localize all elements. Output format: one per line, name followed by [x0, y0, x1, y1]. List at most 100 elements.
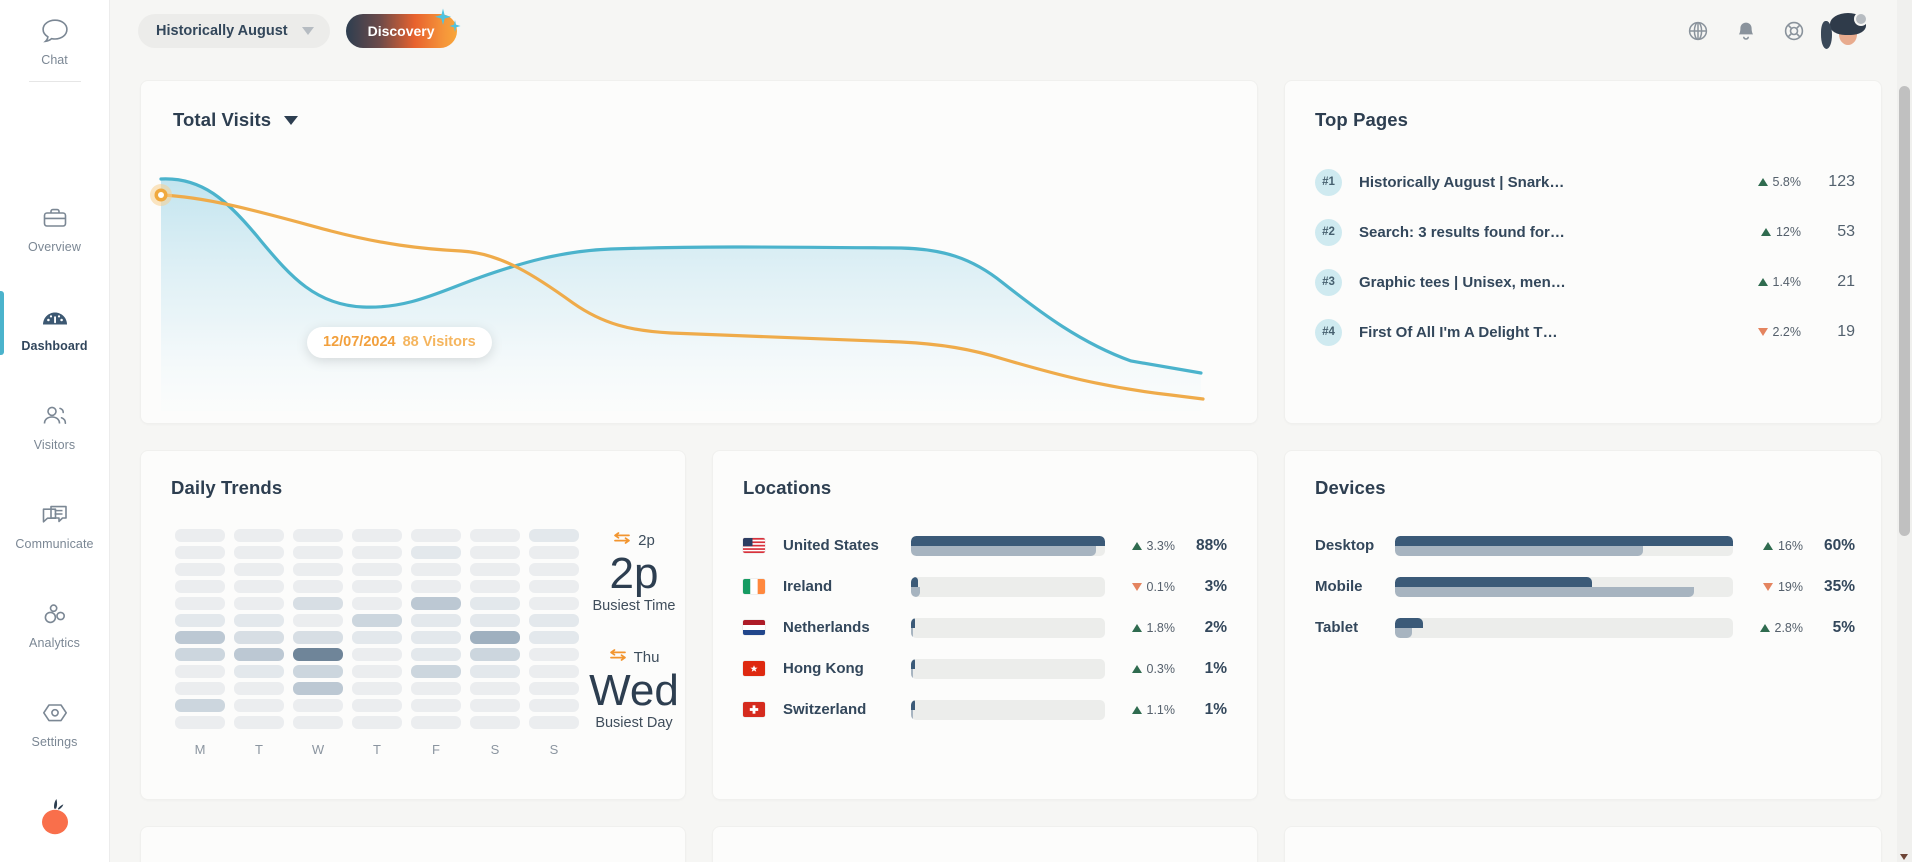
heatmap-cell[interactable] — [234, 614, 284, 627]
heatmap-cell[interactable] — [529, 529, 579, 542]
heatmap-cell[interactable] — [411, 580, 461, 593]
heatmap-cell[interactable] — [529, 580, 579, 593]
heatmap-cell[interactable] — [234, 529, 284, 542]
heatmap-cell[interactable] — [470, 648, 520, 661]
heatmap-cell[interactable] — [529, 682, 579, 695]
heatmap-cell[interactable] — [352, 631, 402, 644]
heatmap-cell[interactable] — [470, 716, 520, 729]
table-row[interactable]: Mobile 19% 35% — [1315, 566, 1855, 607]
scroll-down-arrow-icon[interactable] — [1900, 854, 1908, 860]
heatmap-cell[interactable] — [234, 546, 284, 559]
table-row[interactable]: Switzerland 1.1% 1% — [743, 689, 1227, 730]
heatmap-cell[interactable] — [470, 665, 520, 678]
heatmap-cell[interactable] — [411, 682, 461, 695]
heatmap-cell[interactable] — [352, 648, 402, 661]
heatmap-cell[interactable] — [175, 614, 225, 627]
heatmap-cell[interactable] — [234, 563, 284, 576]
life-ring-icon[interactable] — [1783, 20, 1805, 42]
globe-icon[interactable] — [1687, 20, 1709, 42]
page-link[interactable]: Search: 3 results found for… — [1359, 224, 1733, 241]
heatmap-cell[interactable] — [470, 699, 520, 712]
heatmap-cell[interactable] — [293, 716, 343, 729]
heatmap-cell[interactable] — [411, 665, 461, 678]
page-scrollbar[interactable] — [1897, 0, 1912, 862]
heatmap-cell[interactable] — [411, 716, 461, 729]
bell-icon[interactable] — [1735, 20, 1757, 43]
table-row[interactable]: #3 Graphic tees | Unisex, men… 1.4% 21 — [1315, 257, 1855, 307]
heatmap-cell[interactable] — [234, 597, 284, 610]
heatmap-cell[interactable] — [293, 580, 343, 593]
avatar[interactable] — [1821, 11, 1868, 49]
total-visits-selector[interactable]: Total Visits — [141, 81, 299, 131]
heatmap-cell[interactable] — [411, 563, 461, 576]
heatmap-cell[interactable] — [529, 716, 579, 729]
heatmap-cell[interactable] — [411, 597, 461, 610]
heatmap-cell[interactable] — [352, 546, 402, 559]
heatmap-cell[interactable] — [175, 682, 225, 695]
heatmap-cell[interactable] — [352, 597, 402, 610]
table-row[interactable]: Netherlands 1.8% 2% — [743, 607, 1227, 648]
heatmap-cell[interactable] — [293, 529, 343, 542]
sidebar-item-visitors[interactable]: Visitors — [0, 388, 109, 465]
heatmap-cell[interactable] — [411, 648, 461, 661]
heatmap-cell[interactable] — [411, 631, 461, 644]
heatmap-cell[interactable] — [352, 716, 402, 729]
table-row[interactable]: Hong Kong 0.3% 1% — [743, 648, 1227, 689]
heatmap-cell[interactable] — [175, 716, 225, 729]
heatmap-cell[interactable] — [411, 529, 461, 542]
page-link[interactable]: Graphic tees | Unisex, men… — [1359, 274, 1733, 291]
heatmap-cell[interactable] — [234, 631, 284, 644]
heatmap-cell[interactable] — [293, 614, 343, 627]
heatmap-cell[interactable] — [293, 546, 343, 559]
heatmap-cell[interactable] — [293, 597, 343, 610]
heatmap-cell[interactable] — [175, 631, 225, 644]
heatmap-cell[interactable] — [352, 580, 402, 593]
table-row[interactable]: Tablet 2.8% 5% — [1315, 607, 1855, 648]
table-row[interactable]: #4 First Of All I'm A Delight T… 2.2% 19 — [1315, 307, 1855, 357]
heatmap-cell[interactable] — [175, 580, 225, 593]
heatmap-cell[interactable] — [470, 614, 520, 627]
heatmap-cell[interactable] — [175, 597, 225, 610]
heatmap-cell[interactable] — [234, 699, 284, 712]
heatmap-cell[interactable] — [293, 648, 343, 661]
table-row[interactable]: Ireland 0.1% 3% — [743, 566, 1227, 607]
heatmap-cell[interactable] — [411, 546, 461, 559]
heatmap-cell[interactable] — [411, 614, 461, 627]
period-selector[interactable]: Historically August — [138, 14, 330, 48]
heatmap-cell[interactable] — [352, 682, 402, 695]
heatmap-cell[interactable] — [234, 648, 284, 661]
sidebar-item-chat[interactable]: Chat — [0, 16, 109, 81]
heatmap-cell[interactable] — [470, 563, 520, 576]
heatmap-cell[interactable] — [293, 563, 343, 576]
heatmap-cell[interactable] — [234, 580, 284, 593]
sidebar-item-overview[interactable]: Overview — [0, 190, 109, 267]
heatmap-cell[interactable] — [175, 648, 225, 661]
heatmap-cell[interactable] — [470, 682, 520, 695]
heatmap-cell[interactable] — [529, 648, 579, 661]
heatmap-cell[interactable] — [352, 614, 402, 627]
heatmap-cell[interactable] — [352, 665, 402, 678]
heatmap-cell[interactable] — [175, 699, 225, 712]
heatmap-cell[interactable] — [293, 665, 343, 678]
heatmap-cell[interactable] — [352, 563, 402, 576]
sidebar-item-settings[interactable]: Settings — [0, 685, 109, 762]
table-row[interactable]: #1 Historically August | Snark… 5.8% 123 — [1315, 157, 1855, 207]
heatmap-cell[interactable] — [529, 546, 579, 559]
heatmap-cell[interactable] — [470, 546, 520, 559]
heatmap-cell[interactable] — [175, 546, 225, 559]
heatmap-cell[interactable] — [234, 716, 284, 729]
heatmap-cell[interactable] — [470, 580, 520, 593]
heatmap-cell[interactable] — [529, 631, 579, 644]
heatmap-cell[interactable] — [470, 597, 520, 610]
discovery-button[interactable]: Discovery — [345, 14, 457, 48]
heatmap-cell[interactable] — [293, 682, 343, 695]
heatmap-cell[interactable] — [529, 614, 579, 627]
sidebar-item-analytics[interactable]: Analytics — [0, 586, 109, 663]
heatmap-cell[interactable] — [529, 699, 579, 712]
heatmap-cell[interactable] — [352, 699, 402, 712]
heatmap-cell[interactable] — [352, 529, 402, 542]
heatmap-cell[interactable] — [175, 563, 225, 576]
heatmap-cell[interactable] — [293, 699, 343, 712]
heatmap-cell[interactable] — [529, 665, 579, 678]
sidebar-item-communicate[interactable]: Communicate — [0, 487, 109, 564]
